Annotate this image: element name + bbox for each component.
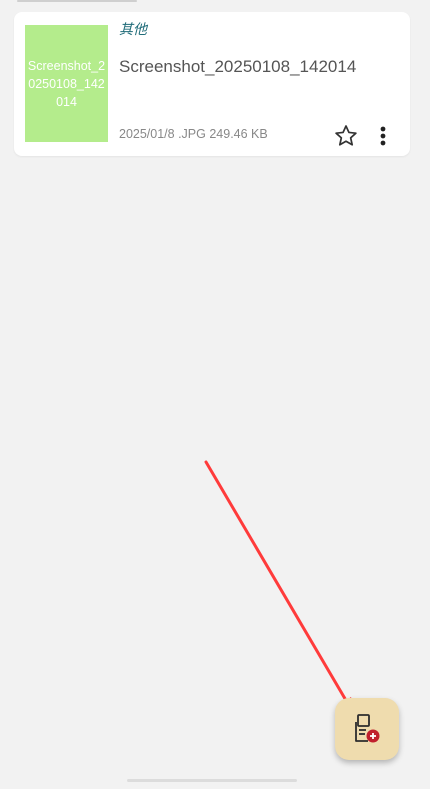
file-name: Screenshot_20250108_142014	[119, 57, 357, 76]
more-vertical-icon	[380, 126, 386, 146]
more-options-button[interactable]	[372, 122, 394, 150]
file-card[interactable]: Screenshot_20250108_142014 其他 Screenshot…	[14, 12, 410, 156]
home-indicator	[127, 779, 297, 782]
file-category: 其他	[119, 21, 147, 37]
star-outline-icon	[335, 125, 357, 146]
add-document-fab[interactable]	[335, 698, 399, 760]
add-document-icon	[355, 714, 380, 743]
file-thumbnail: Screenshot_20250108_142014	[25, 25, 108, 142]
top-divider	[17, 0, 137, 2]
thumbnail-label: Screenshot_20250108_142014	[27, 58, 106, 109]
favorite-button[interactable]	[332, 122, 360, 150]
file-meta: 2025/01/8 .JPG 249.46 KB	[119, 127, 268, 141]
